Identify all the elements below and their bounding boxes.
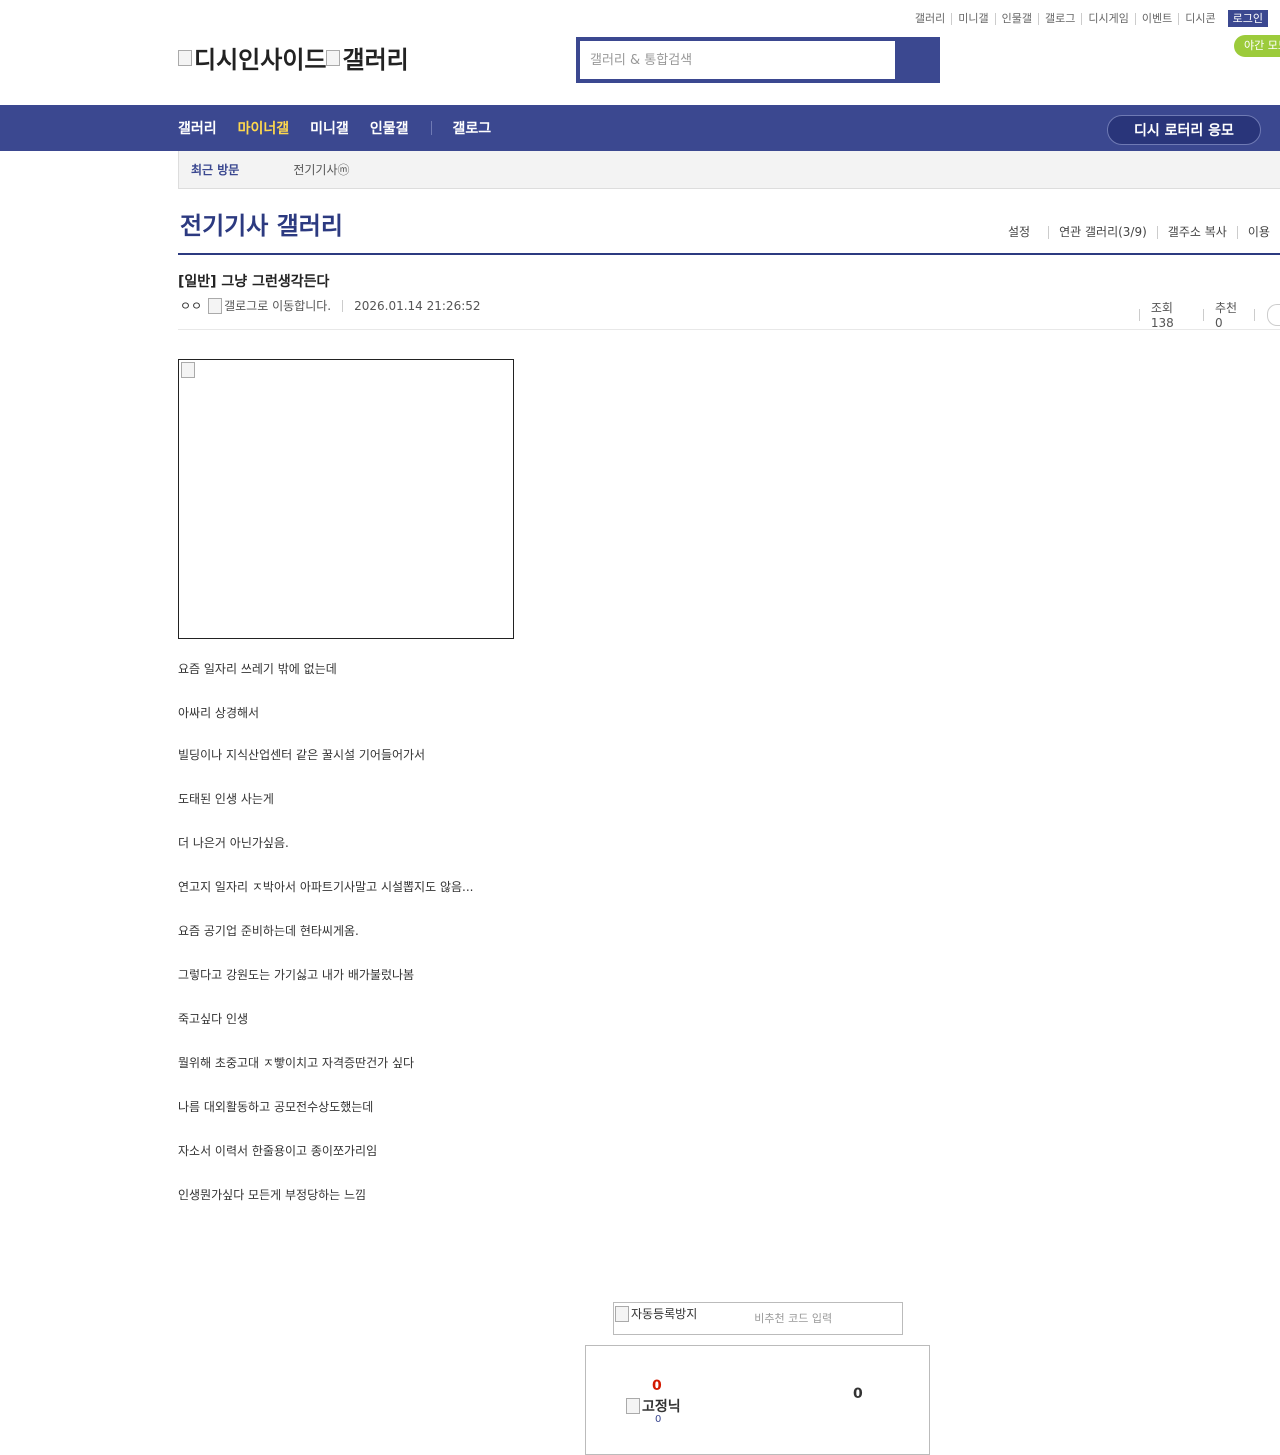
fixed-nick-recommend: 고정닉 [626, 1396, 681, 1416]
meta-divider [342, 299, 344, 312]
logo-site-alt: 디시인사이드 [194, 46, 327, 74]
search-button[interactable] [895, 41, 936, 79]
post-writer[interactable]: ㅇㅇ [180, 297, 202, 314]
util-link-dccon[interactable]: 디시콘 [1178, 12, 1221, 25]
util-link-person[interactable]: 인물갤 [994, 12, 1038, 25]
fixed-nick-count: 0 [655, 1414, 662, 1425]
gallog-link-alt: 갤로그로 이동합니다. [224, 299, 332, 313]
post-body-line: 인생뭔가싶다 모든게 부정당하는 느낌 [178, 1188, 367, 1202]
broken-image-icon [626, 1398, 640, 1414]
fixed-nick-alt: 고정닉 [642, 1399, 681, 1415]
post-body-line: 나름 대외활동하고 공모전수상도했는데 [178, 1100, 374, 1114]
gallery-title[interactable]: 전기기사 갤러리 [180, 206, 343, 241]
post-body-line: 뭘위해 초중고대 ㅈ빻이치고 자격증딴건가 싶다 [178, 1056, 415, 1070]
nav-item-mini-gallery[interactable]: 미니갤 [310, 118, 349, 138]
post-stats: 조회 138 추천 0 [1128, 299, 1280, 330]
meta-divider [1139, 308, 1140, 321]
broken-image-icon [181, 362, 195, 378]
post-body-line: 요즘 공기업 준비하는데 현타씨게옴. [178, 924, 359, 938]
meta-divider [1203, 308, 1204, 321]
captcha-input[interactable] [752, 1311, 877, 1326]
util-link-event[interactable]: 이벤트 [1134, 12, 1178, 25]
captcha-box: 자동등록방지 [613, 1302, 903, 1335]
post-image[interactable] [178, 359, 514, 639]
util-link-gallog[interactable]: 갤로그 [1038, 12, 1081, 25]
broken-image-icon [178, 49, 192, 66]
comment-count-button[interactable] [1267, 303, 1280, 326]
util-link-minigall[interactable]: 미니갤 [951, 12, 994, 25]
gallery-options: 설정 연관 갤러리(3/9) 갤주소 복사 이용 [1008, 226, 1280, 239]
site-logo[interactable]: 디시인사이드 갤러리 [178, 40, 409, 75]
post-body-line: 죽고싶다 인생 [178, 1012, 249, 1026]
post-date: 2026.01.14 21:26:52 [354, 298, 481, 313]
recommend-down-count: 0 [853, 1386, 863, 1402]
main-nav: 갤러리 마이너갤 미니갤 인물갤 갤로그 디시 로터리 응모 [0, 105, 1280, 151]
top-utility-links: 갤러리 미니갤 인물갤 갤로그 디시게임 이벤트 디시콘 로그인 [909, 10, 1268, 27]
nav-item-gallery[interactable]: 갤러리 [178, 118, 217, 138]
post-recommend-count: 추천 0 [1214, 301, 1238, 330]
post-body-line: 빌딩이나 지식산업센터 같은 꿀시설 기어들어가서 [178, 748, 426, 762]
post-views: 조회 138 [1150, 301, 1174, 330]
post-meta: ㅇㅇ 갤로그로 이동합니다. 2026.01.14 21:26:52 [180, 297, 481, 314]
broken-image-icon [326, 49, 341, 66]
captcha-image: 자동등록방지 [615, 1305, 697, 1322]
copy-gallery-address-link[interactable]: 갤주소 복사 [1156, 226, 1237, 239]
night-mode-toggle[interactable]: 야간 모드 [1234, 35, 1280, 57]
gallog-link[interactable]: 갤로그로 이동합니다. [208, 297, 331, 314]
logo-gallery-alt: 갤러리 [342, 46, 409, 74]
gallery-settings-link[interactable]: 설정 [1008, 226, 1048, 239]
post-header-divider [178, 329, 1280, 330]
post-body-line: 더 나은거 아닌가싶음. [178, 836, 289, 850]
post-body-line: 도태된 인생 사는게 [178, 792, 274, 806]
captcha-image-alt: 자동등록방지 [631, 1307, 698, 1321]
related-gallery-link[interactable]: 연관 갤러리(3/9) [1048, 226, 1157, 239]
login-button[interactable]: 로그인 [1227, 10, 1268, 27]
util-link-gallery[interactable]: 갤러리 [909, 12, 951, 25]
recent-visit-bar: 최근 방문 전기기사ⓜ [178, 151, 1280, 189]
search-box [576, 37, 940, 83]
post-body-line: 그렇다고 강원도는 가기싫고 내가 배가불렀나봄 [178, 968, 415, 982]
gallery-title-divider [178, 253, 1280, 255]
post-body-line: 아싸리 상경해서 [178, 706, 260, 720]
post-body-line: 연고지 일자리 ㅈ박아서 아파트기사말고 시설뽑지도 않음... [178, 880, 474, 894]
post-body-line: 요즘 일자리 쓰레기 밖에 없는데 [178, 662, 337, 676]
broken-image-icon [208, 297, 223, 314]
recommend-up-count: 0 [652, 1378, 662, 1394]
nav-item-minor-gallery[interactable]: 마이너갤 [238, 118, 290, 138]
nav-divider [431, 121, 433, 135]
nav-item-person-gallery[interactable]: 인물갤 [370, 118, 409, 138]
broken-image-icon [615, 1305, 629, 1322]
nav-item-gallog[interactable]: 갤로그 [452, 118, 491, 138]
meta-divider [1254, 308, 1256, 321]
recent-visit-title[interactable]: 최근 방문 [191, 161, 239, 178]
recent-visit-item[interactable]: 전기기사ⓜ [293, 161, 349, 178]
gallery-usage-link[interactable]: 이용 [1236, 226, 1280, 239]
post-body-line: 자소서 이력서 한줄용이고 종이쪼가리임 [178, 1144, 378, 1158]
post-title: [일반] 그냥 그런생각든다 [178, 274, 330, 290]
search-input[interactable] [580, 41, 895, 79]
lottery-button[interactable]: 디시 로터리 응모 [1107, 115, 1261, 145]
util-link-dcgame[interactable]: 디시게임 [1081, 12, 1134, 25]
recommend-box: 0 고정닉 0 0 [585, 1345, 930, 1455]
